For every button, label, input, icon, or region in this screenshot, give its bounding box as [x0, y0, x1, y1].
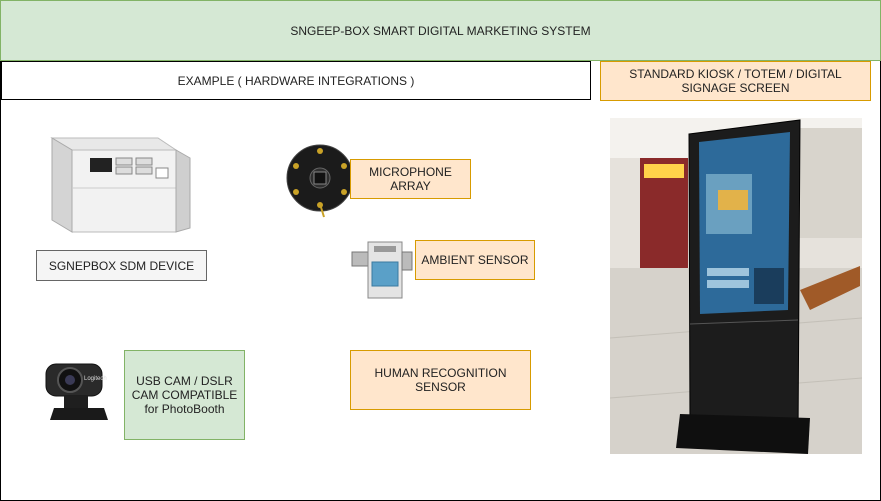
usb-cam-label-line3: for PhotoBooth: [144, 402, 225, 416]
ambient-sensor-label-text: AMBIENT SENSOR: [421, 253, 529, 267]
sdm-device-image: [38, 128, 198, 244]
example-header: EXAMPLE ( HARDWARE INTEGRATIONS ): [1, 61, 591, 100]
kiosk-label-line2: SIGNAGE SCREEN: [681, 81, 790, 95]
usb-cam-label: USB CAM / DSLR CAM COMPATIBLE for PhotoB…: [124, 350, 245, 440]
human-label-line1: HUMAN RECOGNITION: [374, 366, 507, 380]
microphone-label-line1: MICROPHONE: [369, 165, 452, 179]
kiosk-label-line1: STANDARD KIOSK / TOTEM / DIGITAL: [629, 67, 842, 81]
kiosk-photo: [610, 118, 862, 454]
sdm-device-label-text: SGNEPBOX SDM DEVICE: [48, 258, 195, 273]
ambient-sensor-image: [350, 236, 414, 300]
webcam-brand-text: Logitech: [84, 376, 107, 382]
microphone-array-label: MICROPHONE ARRAY: [350, 159, 471, 199]
microphone-label-line2: ARRAY: [390, 179, 431, 193]
microphone-array-image: [286, 142, 356, 218]
kiosk-label: STANDARD KIOSK / TOTEM / DIGITAL SIGNAGE…: [600, 61, 871, 101]
human-recognition-label: HUMAN RECOGNITION SENSOR: [350, 350, 531, 410]
title-text: SNGEEP-BOX SMART DIGITAL MARKETING SYSTE…: [290, 23, 591, 38]
human-label-line2: SENSOR: [415, 380, 466, 394]
usb-cam-label-line2: CAM COMPATIBLE: [131, 388, 238, 402]
example-header-text: EXAMPLE ( HARDWARE INTEGRATIONS ): [177, 73, 415, 88]
title-banner: SNGEEP-BOX SMART DIGITAL MARKETING SYSTE…: [0, 0, 881, 61]
sdm-device-label: SGNEPBOX SDM DEVICE: [36, 250, 207, 281]
usb-cam-label-line1: USB CAM / DSLR: [136, 374, 233, 388]
ambient-sensor-label: AMBIENT SENSOR: [415, 240, 535, 280]
webcam-image: Logitech: [42, 358, 122, 426]
